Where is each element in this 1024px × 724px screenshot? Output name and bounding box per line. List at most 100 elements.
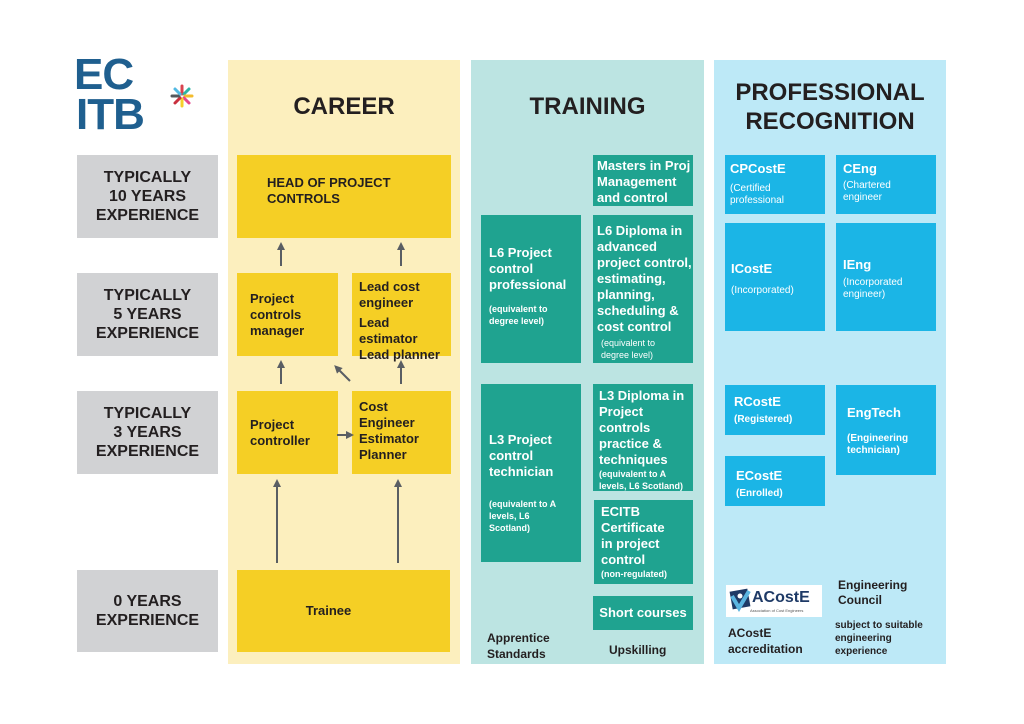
recognition-ecoste: ECostE (Enrolled) bbox=[725, 456, 825, 506]
training-text: Certificate bbox=[601, 520, 665, 535]
training-text: project control, bbox=[597, 255, 692, 270]
acoste-text: accreditation bbox=[728, 642, 803, 656]
recognition-subtext: (Chartered bbox=[843, 180, 891, 191]
logo-text-itb: ITB bbox=[76, 90, 145, 139]
training-text: advanced bbox=[597, 239, 657, 254]
title-line: PROFESSIONAL bbox=[735, 79, 925, 106]
career-text: Trainee bbox=[305, 603, 352, 618]
recognition-subtext: professional bbox=[730, 195, 784, 206]
recognition-title: ICostE bbox=[731, 261, 773, 276]
career-text: Engineer bbox=[359, 415, 415, 430]
experience-level-3-years: TYPICALLY 3 YEARS EXPERIENCE bbox=[77, 391, 218, 474]
experience-text: EXPERIENCE bbox=[95, 207, 200, 224]
training-text: techniques bbox=[599, 452, 668, 467]
recognition-subtext: (Incorporated) bbox=[731, 285, 794, 296]
experience-text: 3 YEARS bbox=[113, 424, 182, 441]
ec-text: Council bbox=[838, 593, 882, 607]
training-subtext: levels, L6 Scotland) bbox=[599, 481, 684, 491]
career-cost-engineer-estimator-planner: Cost Engineer Estimator Planner bbox=[352, 391, 451, 474]
recognition-title: IEng bbox=[843, 257, 872, 272]
career-text: Planner bbox=[359, 447, 407, 462]
training-text: Short courses bbox=[599, 605, 687, 620]
training-text: control bbox=[601, 552, 646, 567]
training-text: professional bbox=[489, 277, 567, 292]
training-short-courses: Short courses bbox=[593, 596, 693, 630]
experience-level-10-years: TYPICALLY 10 YEARS EXPERIENCE bbox=[77, 155, 218, 238]
experience-text: EXPERIENCE bbox=[95, 443, 200, 460]
acoste-logo-name: ACostE bbox=[752, 589, 810, 606]
recognition-subtext: technician) bbox=[847, 445, 900, 456]
experience-text: TYPICALLY bbox=[103, 405, 192, 422]
training-text: technician bbox=[489, 464, 554, 479]
recognition-subtext: (Registered) bbox=[734, 414, 793, 425]
training-text: in project bbox=[601, 536, 660, 551]
experience-text: 10 YEARS bbox=[108, 188, 187, 205]
training-text: Project bbox=[599, 404, 644, 419]
training-l6-project-control-professional: L6 Project control professional (equival… bbox=[481, 215, 581, 363]
career-text: Estimator bbox=[359, 431, 419, 446]
footer-text: Standards bbox=[487, 647, 546, 661]
recognition-cpcoste: CPCostE (Certified professional bbox=[725, 155, 825, 214]
career-head-of-project-controls: HEAD OF PROJECT CONTROLS bbox=[237, 155, 451, 238]
acoste-logo: ACostE Association of Cost Engineers bbox=[726, 585, 822, 617]
training-title: TRAINING bbox=[529, 93, 646, 120]
professional-recognition-title: PROFESSIONAL RECOGNITION bbox=[714, 78, 946, 136]
training-text: and control bbox=[597, 190, 668, 205]
recognition-subtext: (Engineering bbox=[847, 433, 909, 444]
career-project-controller: Project controller bbox=[237, 391, 338, 474]
engineering-council-note: subject to suitable engineering experien… bbox=[835, 619, 923, 658]
training-text: control bbox=[489, 448, 534, 463]
engineering-council-title: Engineering Council bbox=[838, 578, 907, 608]
asterisk-logo-icon bbox=[170, 84, 194, 108]
experience-level-0-years: 0 YEARS EXPERIENCE bbox=[77, 570, 218, 652]
training-text: L6 Project bbox=[489, 245, 552, 260]
experience-text: EXPERIENCE bbox=[95, 325, 200, 342]
professional-recognition-panel bbox=[714, 60, 946, 664]
training-text: L3 Project bbox=[489, 432, 552, 447]
career-text: engineer bbox=[359, 295, 414, 310]
ec-subtext: subject to suitable bbox=[835, 620, 923, 631]
recognition-subtext: (Incorporated bbox=[843, 277, 903, 288]
training-subtext: (equivalent to bbox=[489, 304, 548, 314]
training-masters: Masters in Proj Management and control bbox=[593, 155, 693, 206]
recognition-title: CEng bbox=[843, 161, 877, 176]
training-text: L3 Diploma in bbox=[599, 388, 685, 403]
career-text: Cost bbox=[359, 399, 388, 414]
training-subtext: (equivalent to A bbox=[489, 499, 557, 509]
ec-subtext: experience bbox=[835, 646, 888, 657]
recognition-icoste: ICostE (Incorporated) bbox=[725, 223, 825, 331]
training-subtext: degree level) bbox=[601, 350, 654, 360]
acoste-accreditation-label: ACostE accreditation bbox=[728, 625, 803, 657]
training-subtext: (equivalent to A bbox=[599, 469, 667, 479]
training-subtext: levels, L6 bbox=[489, 511, 530, 521]
experience-text: 0 YEARS bbox=[113, 593, 182, 610]
training-subtext: (non-regulated) bbox=[601, 569, 667, 579]
acoste-logo-tagline: Association of Cost Engineers bbox=[750, 608, 804, 613]
career-project-controls-manager: Project controls manager bbox=[237, 273, 338, 356]
training-subtext: Scotland) bbox=[489, 523, 531, 533]
training-text: planning, bbox=[597, 287, 655, 302]
career-title: CAREER bbox=[293, 93, 395, 120]
training-text: cost control bbox=[597, 319, 672, 334]
training-subtext: (equivalent to bbox=[601, 338, 656, 348]
training-l3-diploma: L3 Diploma in Project controls practice … bbox=[593, 384, 693, 491]
career-text: CONTROLS bbox=[267, 191, 340, 206]
training-l6-diploma: L6 Diploma in advanced project control, … bbox=[593, 215, 693, 363]
apprentice-standards-label: Apprentice Standards bbox=[487, 630, 550, 662]
recognition-title: CPCostE bbox=[730, 161, 786, 176]
recognition-subtext: (Certified bbox=[730, 183, 771, 194]
recognition-ceng: CEng (Chartered engineer bbox=[836, 155, 936, 214]
recognition-subtext: engineer) bbox=[843, 289, 886, 300]
training-text: Management bbox=[597, 174, 677, 189]
career-text: controls bbox=[250, 307, 302, 322]
career-text: controller bbox=[250, 433, 310, 448]
training-text: practice & bbox=[599, 436, 662, 451]
experience-text: TYPICALLY bbox=[103, 169, 192, 186]
recognition-ieng: IEng (Incorporated engineer) bbox=[836, 223, 936, 331]
career-text: Project bbox=[250, 417, 295, 432]
training-ecitb-certificate: ECITB Certificate in project control (no… bbox=[594, 500, 693, 584]
training-text: control bbox=[489, 261, 534, 276]
recognition-title: RCostE bbox=[734, 394, 781, 409]
training-l3-project-control-technician: L3 Project control technician (equivalen… bbox=[481, 384, 581, 562]
training-text: scheduling & bbox=[597, 303, 679, 318]
